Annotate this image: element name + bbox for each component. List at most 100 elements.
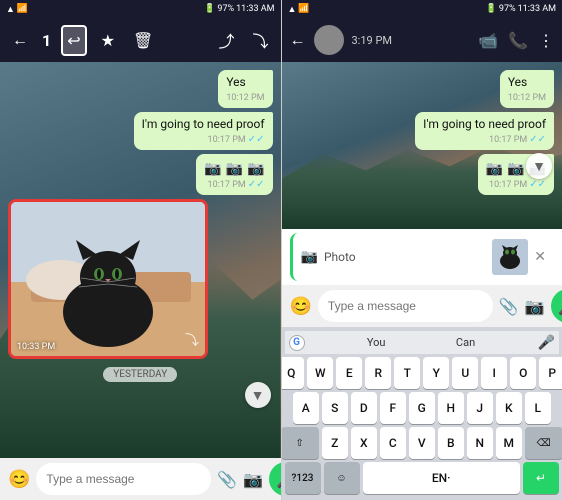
key-g[interactable]: G bbox=[409, 392, 435, 424]
image-time: 10:33 PM bbox=[17, 342, 55, 352]
emoji-key[interactable]: ☺ bbox=[324, 462, 360, 494]
camera-icon-3: 📷 bbox=[247, 161, 264, 177]
camera-icons-row: 📷 📷 📷 bbox=[204, 161, 264, 177]
key-f[interactable]: F bbox=[380, 392, 406, 424]
reply-button[interactable]: ↩ bbox=[61, 25, 86, 56]
signal-icon: 📶 bbox=[17, 4, 28, 14]
space-key[interactable]: EN· bbox=[363, 462, 521, 494]
key-a[interactable]: A bbox=[293, 392, 319, 424]
key-s[interactable]: S bbox=[322, 392, 348, 424]
left-status-icons: ▲ 📶 bbox=[6, 4, 28, 15]
contact-avatar[interactable] bbox=[314, 25, 344, 55]
key-r[interactable]: R bbox=[365, 357, 391, 389]
key-t[interactable]: T bbox=[394, 357, 420, 389]
shift-key[interactable]: ⇧ bbox=[282, 427, 319, 459]
keyboard-row-2: A S D F G H J K L bbox=[285, 392, 560, 424]
enter-key[interactable]: ↵ bbox=[523, 462, 559, 494]
cat-image-bubble[interactable]: ⤵ 10:33 PM bbox=[8, 199, 208, 359]
left-chat-area: Yes 10:12 PM I'm going to need proof 10:… bbox=[0, 62, 281, 458]
suggestion-can[interactable]: Can bbox=[448, 334, 483, 351]
voice-call-button[interactable]: 📞 bbox=[508, 31, 528, 50]
left-status-bar: ▲ 📶 🔋 97% 11:33 AM bbox=[0, 0, 281, 18]
key-u[interactable]: U bbox=[452, 357, 478, 389]
right-message-input[interactable] bbox=[318, 290, 493, 322]
key-b[interactable]: B bbox=[438, 427, 464, 459]
msg-time: 10:17 PM ✓✓ bbox=[142, 134, 265, 145]
cat-image-svg bbox=[11, 202, 205, 356]
message-camera-left: 📷 📷 📷 10:17 PM ✓✓ bbox=[196, 154, 272, 195]
camera-icon-1: 📷 bbox=[204, 161, 221, 177]
key-c[interactable]: C bbox=[380, 427, 406, 459]
left-input-bar: 😊 📎 📷 🎤 bbox=[0, 458, 281, 500]
key-w[interactable]: W bbox=[307, 357, 333, 389]
key-m[interactable]: M bbox=[496, 427, 522, 459]
key-e[interactable]: E bbox=[336, 357, 362, 389]
right-status-right: 🔋 97% 11:33 AM bbox=[486, 4, 556, 14]
right-time: 11:33 AM bbox=[518, 4, 556, 14]
key-z[interactable]: Z bbox=[322, 427, 348, 459]
left-mic-button[interactable]: 🎤 bbox=[269, 462, 280, 496]
key-l[interactable]: L bbox=[525, 392, 551, 424]
right-status-icons: ▲ 📶 bbox=[288, 4, 310, 15]
right-panel: ▲ 📶 🔋 97% 11:33 AM ← 3:19 PM 📹 📞 ⋮ Yes bbox=[282, 0, 562, 500]
right-messages: Yes 10:12 PM I'm going to need proof 10:… bbox=[282, 62, 562, 229]
selection-count: 1 bbox=[42, 31, 51, 50]
reply-cat-svg bbox=[492, 239, 528, 275]
menu-button[interactable]: ⋮ bbox=[538, 31, 554, 50]
right-emoji-button[interactable]: 😊 bbox=[290, 296, 312, 317]
message-yes-right: Yes 10:12 PM bbox=[500, 70, 554, 108]
message-yes-left: Yes 10:12 PM bbox=[218, 70, 272, 108]
key-j[interactable]: J bbox=[467, 392, 493, 424]
right-chat-area: Yes 10:12 PM I'm going to need proof 10:… bbox=[282, 62, 562, 229]
share-button[interactable]: ⤴ bbox=[214, 24, 238, 56]
num-key[interactable]: ?123 bbox=[285, 462, 321, 494]
back-button[interactable]: ← bbox=[8, 26, 32, 54]
key-k[interactable]: K bbox=[496, 392, 522, 424]
wifi-icon: ▲ bbox=[6, 4, 15, 15]
right-input-area: 😊 📎 📷 🎤 bbox=[282, 285, 562, 327]
key-o[interactable]: O bbox=[510, 357, 536, 389]
left-attach-button[interactable]: 📎 bbox=[217, 470, 237, 489]
reply-preview: 📷 Photo ✕ bbox=[290, 233, 555, 281]
msg-time: 10:17 PM ✓✓ bbox=[423, 134, 546, 145]
keyboard-row-1: Q W E R T Y U I O P bbox=[285, 357, 560, 389]
forward-button[interactable]: ⤵ bbox=[248, 24, 272, 56]
left-message-input[interactable] bbox=[36, 463, 211, 495]
right-attach-button[interactable]: 📎 bbox=[499, 297, 519, 316]
right-input-bar: 😊 📎 📷 🎤 bbox=[282, 285, 562, 327]
battery-icon-r: 🔋 bbox=[486, 4, 497, 14]
left-time: 11:33 AM bbox=[236, 4, 274, 14]
scroll-down-button[interactable]: ▼ bbox=[245, 382, 271, 408]
key-i[interactable]: I bbox=[481, 357, 507, 389]
reply-camera-icon: 📷 bbox=[301, 249, 318, 265]
msg-text: I'm going to need proof bbox=[423, 117, 546, 131]
key-q[interactable]: Q bbox=[282, 357, 305, 389]
battery-pct: 97% bbox=[217, 4, 234, 14]
key-v[interactable]: V bbox=[409, 427, 435, 459]
right-camera-button[interactable]: 📷 bbox=[525, 297, 545, 316]
key-n[interactable]: N bbox=[467, 427, 493, 459]
keyboard-mic-icon[interactable]: 🎤 bbox=[538, 335, 555, 351]
star-button[interactable]: ★ bbox=[97, 27, 119, 54]
video-call-button[interactable]: 📹 bbox=[478, 31, 498, 50]
keyboard-row-3: ⇧ Z X C V B N M ⌫ bbox=[285, 427, 560, 459]
msg-time: 10:17 PM ✓✓ bbox=[204, 179, 264, 190]
suggestion-you[interactable]: You bbox=[359, 334, 394, 351]
read-ticks: ✓✓ bbox=[248, 134, 265, 145]
key-y[interactable]: Y bbox=[423, 357, 449, 389]
left-camera-button[interactable]: 📷 bbox=[243, 470, 263, 489]
delete-button[interactable]: 🗑 bbox=[129, 27, 157, 54]
right-status-bar: ▲ 📶 🔋 97% 11:33 AM bbox=[282, 0, 562, 18]
backspace-key[interactable]: ⌫ bbox=[525, 427, 562, 459]
key-h[interactable]: H bbox=[438, 392, 464, 424]
right-mic-button[interactable]: 🎤 bbox=[551, 289, 562, 323]
back-icon-r[interactable]: ← bbox=[290, 30, 306, 50]
reply-close-button[interactable]: ✕ bbox=[534, 249, 546, 265]
right-scroll-down[interactable]: ▼ bbox=[526, 153, 552, 179]
reply-thumbnail bbox=[492, 239, 528, 275]
msg-time: 10:12 PM bbox=[226, 93, 264, 103]
key-x[interactable]: X bbox=[351, 427, 377, 459]
key-p[interactable]: P bbox=[539, 357, 562, 389]
left-emoji-button[interactable]: 😊 bbox=[8, 469, 30, 490]
key-d[interactable]: D bbox=[351, 392, 377, 424]
